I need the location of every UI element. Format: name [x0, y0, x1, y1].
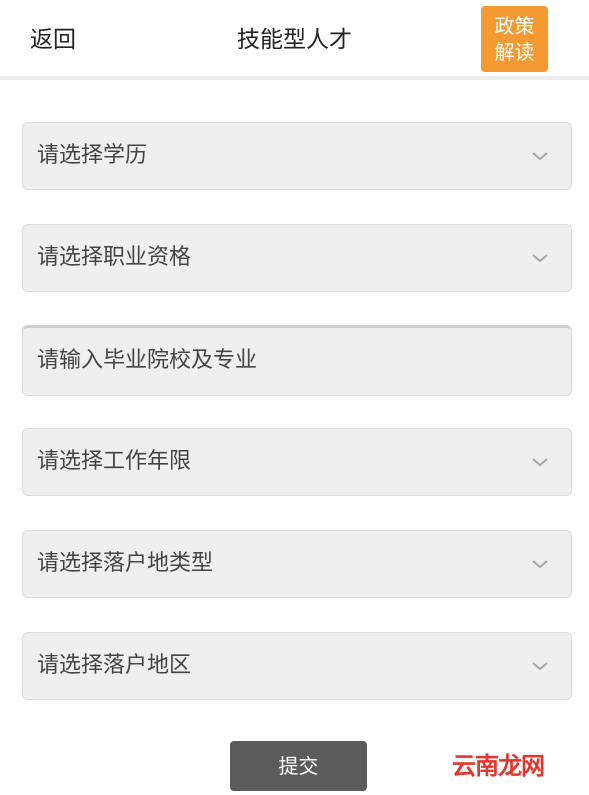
work-years-select-label: 请选择工作年限 — [37, 449, 192, 474]
chevron-down-icon — [532, 560, 548, 569]
education-select-label: 请选择学历 — [37, 143, 148, 168]
qualification-select[interactable]: 请选择职业资格 — [22, 224, 572, 292]
work-years-select[interactable]: 请选择工作年限 — [22, 428, 572, 496]
submit-button[interactable]: 提交 — [230, 741, 367, 791]
policy-button-line1: 政策 — [494, 14, 535, 38]
page: 返回 技能型人才 政策 解读 请选择学历 请选择职业资格 请输入毕业院校及专业 … — [0, 0, 589, 795]
chevron-down-icon — [532, 662, 548, 671]
header-bar: 返回 技能型人才 政策 解读 — [0, 0, 589, 80]
education-select[interactable]: 请选择学历 — [22, 122, 572, 190]
school-major-placeholder: 请输入毕业院校及专业 — [37, 348, 258, 373]
settlement-type-select-label: 请选择落户地类型 — [37, 551, 214, 576]
policy-button-line2: 解读 — [494, 40, 535, 64]
policy-interpretation-button[interactable]: 政策 解读 — [481, 6, 548, 72]
chevron-down-icon — [532, 254, 548, 263]
settlement-type-select[interactable]: 请选择落户地类型 — [22, 530, 572, 598]
watermark-logo: 云南龙网 — [452, 752, 545, 780]
school-major-input[interactable]: 请输入毕业院校及专业 — [22, 325, 572, 396]
chevron-down-icon — [532, 458, 548, 467]
settlement-region-select[interactable]: 请选择落户地区 — [22, 632, 572, 700]
chevron-down-icon — [532, 152, 548, 161]
qualification-select-label: 请选择职业资格 — [37, 245, 192, 270]
settlement-region-select-label: 请选择落户地区 — [37, 653, 192, 678]
